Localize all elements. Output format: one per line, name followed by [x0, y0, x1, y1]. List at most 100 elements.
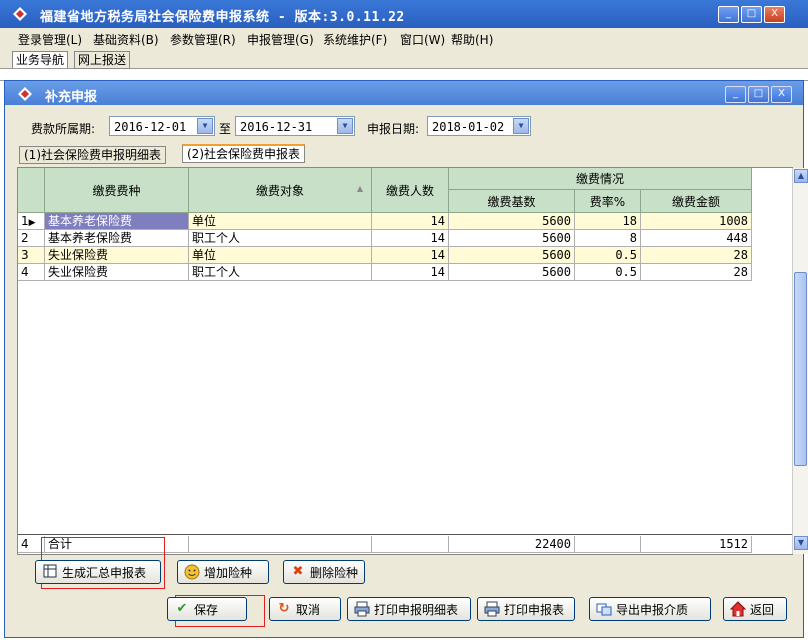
- main-window-titlebar: 福建省地方税务局社会保险费申报系统 - 版本:3.0.11.22 _ □ X: [0, 0, 808, 28]
- menu-params[interactable]: 参数管理(R): [170, 31, 236, 48]
- cancel-button[interactable]: ↻ 取消: [269, 597, 341, 621]
- cell-amount[interactable]: 28: [641, 247, 752, 264]
- generate-summary-button[interactable]: 生成汇总申报表: [35, 560, 161, 584]
- tab-detail-table[interactable]: (1)社会保险费申报明细表: [19, 146, 166, 164]
- cell-count[interactable]: 14: [372, 230, 449, 247]
- header-target[interactable]: 缴费对象 ▲: [189, 168, 372, 213]
- row-index: 1▶: [18, 213, 45, 230]
- app-logo-icon: [12, 6, 27, 21]
- menu-bar: 登录管理(L) 基础资料(B) 参数管理(R) 申报管理(G) 系统维护(F) …: [0, 28, 808, 48]
- tab-online-submit[interactable]: 网上报送: [74, 51, 131, 69]
- header-amount[interactable]: 缴费金额: [641, 190, 752, 213]
- cell-base[interactable]: 5600: [449, 213, 575, 230]
- print-declare-label: 打印申报表: [504, 602, 565, 617]
- export-icon: [596, 601, 612, 617]
- cell-type[interactable]: 失业保险费: [45, 264, 189, 281]
- insurance-grid: 缴费费种 缴费对象 ▲ 缴费人数 缴费情况 缴费基数 费率% 缴费金额 1▶ 基…: [17, 167, 808, 555]
- header-base[interactable]: 缴费基数: [449, 190, 575, 213]
- dialog-window-controls: _ □ X: [723, 85, 792, 103]
- header-insurance-type[interactable]: 缴费费种: [45, 168, 189, 213]
- tab-business-nav[interactable]: 业务导航: [12, 51, 69, 68]
- declare-date-select[interactable]: 2018-01-02 ▼: [427, 116, 531, 136]
- dialog-titlebar: 补充申报 _ □ X: [5, 81, 803, 105]
- menu-window[interactable]: 窗口(W): [400, 31, 445, 48]
- print-detail-button[interactable]: 打印申报明细表: [347, 597, 471, 621]
- export-media-button[interactable]: 导出申报介质: [589, 597, 711, 621]
- totals-base: 22400: [449, 536, 575, 553]
- period-to-value: 2016-12-31: [240, 120, 313, 134]
- to-label: 至: [219, 122, 232, 136]
- nav-tabs: 业务导航 网上报送: [0, 48, 808, 69]
- cell-amount[interactable]: 28: [641, 264, 752, 281]
- dialog-minimize-button[interactable]: _: [725, 86, 746, 103]
- header-count[interactable]: 缴费人数: [372, 168, 449, 213]
- add-insurance-button[interactable]: 增加险种: [177, 560, 269, 584]
- chevron-down-icon[interactable]: ▼: [197, 118, 213, 134]
- header-payment-group: 缴费情况: [449, 168, 752, 190]
- add-insurance-label: 增加险种: [204, 565, 253, 580]
- menu-login[interactable]: 登录管理(L): [18, 31, 82, 48]
- totals-target: [189, 536, 372, 553]
- cell-rate[interactable]: 18: [575, 213, 641, 230]
- save-button[interactable]: ✔ 保存: [167, 597, 247, 621]
- period-to-select[interactable]: 2016-12-31 ▼: [235, 116, 355, 136]
- menu-base-data[interactable]: 基础资料(B): [93, 31, 159, 48]
- close-button[interactable]: X: [764, 6, 785, 23]
- cell-base[interactable]: 5600: [449, 230, 575, 247]
- tab-declare-table[interactable]: (2)社会保险费申报表: [182, 144, 305, 163]
- cancel-label: 取消: [296, 602, 321, 617]
- table-icon: [42, 564, 58, 580]
- cell-base[interactable]: 5600: [449, 247, 575, 264]
- cell-rate[interactable]: 0.5: [575, 264, 641, 281]
- scroll-down-icon[interactable]: ▼: [794, 536, 808, 550]
- supplement-dialog: 补充申报 _ □ X 费款所属期: 2016-12-01 ▼ 至 2016-12-3…: [4, 80, 808, 638]
- row-index: 2: [18, 230, 45, 247]
- scroll-up-icon[interactable]: ▲: [794, 169, 808, 183]
- cell-amount[interactable]: 1008: [641, 213, 752, 230]
- cell-count[interactable]: 14: [372, 247, 449, 264]
- header-target-label: 缴费对象: [255, 183, 304, 198]
- maximize-button[interactable]: □: [741, 6, 762, 23]
- cell-type[interactable]: 基本养老保险费: [45, 230, 189, 247]
- row-index: 4: [18, 264, 45, 281]
- totals-rate: [575, 536, 641, 553]
- sort-up-icon: ▲: [356, 184, 363, 193]
- cell-type[interactable]: 失业保险费: [45, 247, 189, 264]
- cell-count[interactable]: 14: [372, 264, 449, 281]
- add-smiley-icon: [184, 564, 200, 580]
- chevron-down-icon[interactable]: ▼: [513, 118, 529, 134]
- cell-target[interactable]: 单位: [189, 247, 372, 264]
- cell-rate[interactable]: 0.5: [575, 247, 641, 264]
- cell-target[interactable]: 单位: [189, 213, 372, 230]
- cell-count[interactable]: 14: [372, 213, 449, 230]
- print-declare-button[interactable]: 打印申报表: [477, 597, 575, 621]
- menu-declare[interactable]: 申报管理(G): [247, 31, 314, 48]
- minimize-button[interactable]: _: [718, 6, 739, 23]
- row-indicator-header: [18, 168, 45, 213]
- undo-icon: ↻: [278, 601, 290, 616]
- cell-amount[interactable]: 448: [641, 230, 752, 247]
- delete-insurance-button[interactable]: ✖ 删除险种: [283, 560, 365, 584]
- period-from-select[interactable]: 2016-12-01 ▼: [109, 116, 215, 136]
- period-from-value: 2016-12-01: [114, 120, 187, 134]
- generate-summary-label: 生成汇总申报表: [62, 565, 147, 580]
- window-controls: _ □ X: [716, 5, 785, 23]
- cell-rate[interactable]: 8: [575, 230, 641, 247]
- chevron-down-icon[interactable]: ▼: [337, 118, 353, 134]
- back-button[interactable]: 返回: [723, 597, 787, 621]
- cell-target[interactable]: 职工个人: [189, 264, 372, 281]
- menu-maintenance[interactable]: 系统维护(F): [323, 31, 387, 48]
- grid-scrollbar[interactable]: ▲ ▼: [792, 168, 808, 554]
- print-detail-label: 打印申报明细表: [374, 602, 459, 617]
- dialog-maximize-button[interactable]: □: [748, 86, 769, 103]
- cell-base[interactable]: 5600: [449, 264, 575, 281]
- scroll-thumb[interactable]: [794, 272, 807, 466]
- header-rate[interactable]: 费率%: [575, 190, 641, 213]
- dialog-close-button[interactable]: X: [771, 86, 792, 103]
- cell-type[interactable]: 基本养老保险费: [45, 213, 189, 230]
- period-label: 费款所属期:: [31, 122, 96, 136]
- menu-help[interactable]: 帮助(H): [451, 31, 493, 48]
- dialog-logo-icon: [17, 86, 32, 101]
- export-media-label: 导出申报介质: [616, 602, 689, 617]
- cell-target[interactable]: 职工个人: [189, 230, 372, 247]
